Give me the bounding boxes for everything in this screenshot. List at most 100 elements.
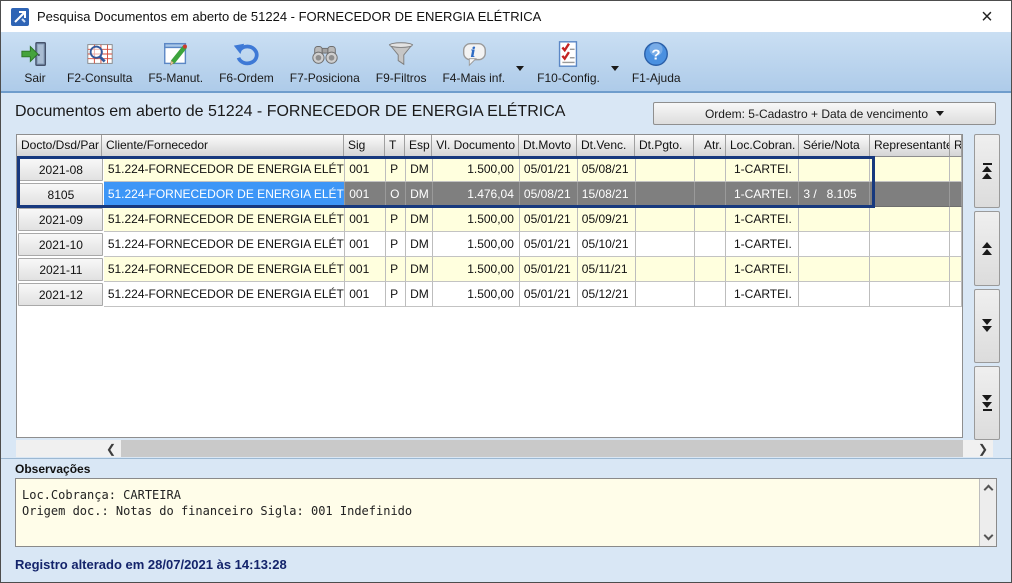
table-cell[interactable]: P bbox=[386, 207, 406, 232]
table-cell[interactable]: 51.224-FORNECEDOR DE ENERGIA ELÉTRICA bbox=[104, 157, 345, 182]
table-cell[interactable]: DM bbox=[406, 282, 433, 307]
table-cell[interactable]: DM bbox=[406, 232, 433, 257]
scrollbar-thumb[interactable] bbox=[121, 440, 963, 457]
scroll-up-arrow-icon[interactable] bbox=[983, 485, 993, 495]
column-header[interactable]: Esp bbox=[405, 135, 432, 157]
table-cell[interactable]: 05/11/21 bbox=[578, 257, 636, 282]
table-cell[interactable]: 05/08/21 bbox=[578, 157, 636, 182]
table-cell[interactable] bbox=[950, 157, 962, 182]
table-cell[interactable] bbox=[799, 207, 870, 232]
f2-consulta-button[interactable]: F2-Consulta bbox=[59, 38, 140, 86]
table-cell[interactable] bbox=[636, 232, 695, 257]
table-cell[interactable]: 51.224-FORNECEDOR DE ENERGIA ELÉTRICA bbox=[104, 182, 345, 207]
observacoes-text[interactable]: Loc.Cobrança: CARTEIRA Origem doc.: Nota… bbox=[16, 479, 979, 546]
table-cell[interactable]: 1-CARTEI. bbox=[726, 232, 799, 257]
close-button[interactable]: × bbox=[973, 3, 1001, 31]
table-cell[interactable] bbox=[870, 207, 950, 232]
table-cell[interactable] bbox=[870, 182, 950, 207]
table-cell[interactable] bbox=[695, 257, 727, 282]
column-header[interactable]: Docto/Dsd/Par bbox=[17, 135, 102, 157]
column-header[interactable]: Vl. Documento bbox=[432, 135, 519, 157]
table-cell[interactable]: 05/01/21 bbox=[520, 282, 578, 307]
table-cell[interactable]: DM bbox=[406, 207, 433, 232]
table-cell[interactable] bbox=[695, 207, 727, 232]
row-docto-button[interactable]: 2021-08 bbox=[18, 158, 103, 181]
column-header[interactable]: Dt.Pgto. bbox=[635, 135, 694, 157]
table-cell[interactable]: DM bbox=[406, 257, 433, 282]
column-header[interactable]: Cliente/Fornecedor bbox=[102, 135, 344, 157]
column-header[interactable]: Dt.Movto bbox=[519, 135, 577, 157]
table-cell[interactable]: 51.224-FORNECEDOR DE ENERGIA ELÉTRICA bbox=[104, 257, 345, 282]
table-cell[interactable]: 001 bbox=[345, 207, 386, 232]
sair-button[interactable]: Sair bbox=[11, 38, 59, 86]
last-record-button[interactable] bbox=[974, 366, 1000, 440]
config-dropdown-arrow[interactable] bbox=[608, 61, 622, 75]
table-cell[interactable]: 001 bbox=[345, 182, 386, 207]
f7-posiciona-button[interactable]: F7-Posiciona bbox=[282, 38, 368, 86]
table-cell[interactable]: P bbox=[386, 282, 406, 307]
scrollbar-track[interactable] bbox=[963, 440, 973, 457]
column-header[interactable]: Série/Nota bbox=[799, 135, 870, 157]
table-cell[interactable]: 05/12/21 bbox=[578, 282, 636, 307]
table-cell[interactable] bbox=[636, 282, 695, 307]
f9-filtros-button[interactable]: F9-Filtros bbox=[368, 38, 435, 86]
first-record-button[interactable] bbox=[974, 134, 1000, 208]
row-docto-button[interactable]: 2021-09 bbox=[18, 208, 103, 231]
table-cell[interactable]: 1-CARTEI. bbox=[726, 207, 799, 232]
table-cell[interactable] bbox=[799, 232, 870, 257]
table-cell[interactable]: P bbox=[386, 157, 406, 182]
f6-ordem-button[interactable]: F6-Ordem bbox=[211, 38, 282, 86]
table-cell[interactable]: 05/01/21 bbox=[520, 207, 578, 232]
table-cell[interactable]: 51.224-FORNECEDOR DE ENERGIA ELÉTRICA bbox=[104, 232, 345, 257]
table-cell[interactable]: 1.476,04 bbox=[433, 182, 520, 207]
row-docto-button[interactable]: 8105 bbox=[18, 183, 103, 206]
table-cell[interactable]: 05/01/21 bbox=[520, 232, 578, 257]
table-cell[interactable] bbox=[695, 157, 727, 182]
table-cell[interactable] bbox=[950, 182, 962, 207]
table-cell[interactable]: 1.500,00 bbox=[433, 207, 520, 232]
table-cell[interactable]: 05/01/21 bbox=[520, 157, 578, 182]
observacoes-scrollbar[interactable] bbox=[979, 479, 996, 546]
table-cell[interactable] bbox=[799, 157, 870, 182]
table-cell[interactable] bbox=[950, 232, 962, 257]
table-cell[interactable]: 1-CARTEI. bbox=[726, 282, 799, 307]
table-cell[interactable]: 51.224-FORNECEDOR DE ENERGIA ELÉTRICA bbox=[104, 282, 345, 307]
row-docto-button[interactable]: 2021-10 bbox=[18, 233, 103, 256]
column-header[interactable]: T bbox=[385, 135, 405, 157]
table-cell[interactable]: 1-CARTEI. bbox=[726, 182, 799, 207]
mais-inf-dropdown-arrow[interactable] bbox=[513, 61, 527, 75]
scroll-right-arrow-icon[interactable]: ❯ bbox=[973, 440, 993, 457]
table-cell[interactable] bbox=[636, 182, 695, 207]
table-cell[interactable]: 05/08/21 bbox=[520, 182, 578, 207]
table-cell[interactable]: 1.500,00 bbox=[433, 282, 520, 307]
row-docto-button[interactable]: 2021-12 bbox=[18, 283, 103, 306]
column-header[interactable]: Atr. bbox=[694, 135, 726, 157]
column-header[interactable]: Sig bbox=[344, 135, 385, 157]
f10-config-button[interactable]: F10-Config. bbox=[529, 38, 608, 86]
table-cell[interactable] bbox=[695, 282, 727, 307]
table-cell[interactable] bbox=[950, 207, 962, 232]
table-cell[interactable] bbox=[870, 257, 950, 282]
table-cell[interactable] bbox=[695, 232, 727, 257]
table-cell[interactable] bbox=[636, 157, 695, 182]
table-cell[interactable]: 001 bbox=[345, 232, 386, 257]
order-dropdown[interactable]: Ordem: 5-Cadastro + Data de vencimento bbox=[653, 102, 996, 125]
table-cell[interactable]: 001 bbox=[345, 282, 386, 307]
table-cell[interactable] bbox=[870, 282, 950, 307]
f4-mais-inf-button[interactable]: i F4-Mais inf. bbox=[434, 38, 513, 86]
table-cell[interactable]: DM bbox=[406, 182, 433, 207]
table-cell[interactable] bbox=[636, 257, 695, 282]
table-cell[interactable]: 001 bbox=[345, 157, 386, 182]
row-docto-button[interactable]: 2021-11 bbox=[18, 258, 103, 281]
table-cell[interactable]: P bbox=[386, 257, 406, 282]
scrollbar-track[interactable] bbox=[16, 440, 101, 457]
table-cell[interactable]: 1.500,00 bbox=[433, 232, 520, 257]
table-cell[interactable]: DM bbox=[406, 157, 433, 182]
table-cell[interactable]: 05/09/21 bbox=[578, 207, 636, 232]
scroll-down-arrow-icon[interactable] bbox=[983, 531, 993, 541]
table-cell[interactable]: 05/01/21 bbox=[520, 257, 578, 282]
table-cell[interactable]: 1.500,00 bbox=[433, 257, 520, 282]
table-cell[interactable] bbox=[950, 282, 962, 307]
table-cell[interactable]: 1-CARTEI. bbox=[726, 157, 799, 182]
column-header[interactable]: Representante bbox=[870, 135, 950, 157]
